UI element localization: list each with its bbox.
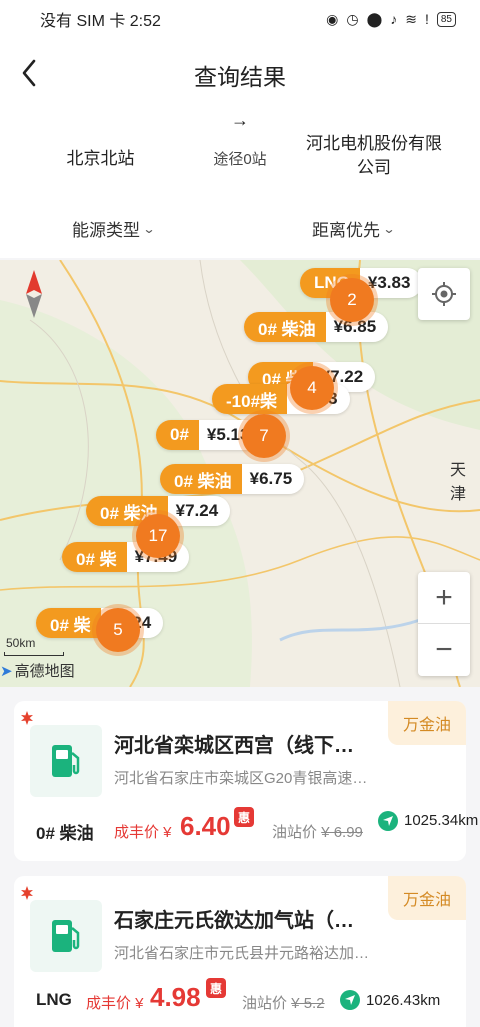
fuel-type: LNG bbox=[36, 990, 72, 1009]
energy-type-label: 能源类型 bbox=[72, 221, 140, 240]
map-cluster[interactable]: 17 bbox=[136, 514, 180, 558]
locate-icon bbox=[432, 282, 456, 306]
location-icon: ⬤ bbox=[366, 10, 383, 27]
map-view[interactable]: 天津 沧州 LNG ¥3.83 0# 柴油 ¥6.85 0# 柴 ¥7.22 -… bbox=[0, 260, 480, 687]
wifi-icon: ≋ bbox=[405, 10, 417, 27]
battery-icon: 85 bbox=[436, 11, 456, 27]
station-name: 石家庄元氏欲达加气站（… bbox=[114, 910, 354, 932]
fuel-type: 0# 柴油 bbox=[36, 824, 94, 843]
station-price-label: 油站价 bbox=[242, 995, 288, 1012]
chevron-down-icon: ⌄ bbox=[382, 221, 396, 236]
station-price: 油站价 ¥ 6.99 bbox=[272, 821, 363, 842]
station-address: 河北省石家庄市元氏县井元路裕达加… bbox=[114, 945, 370, 962]
route-destination: 河北电机股份有限公司 bbox=[306, 134, 442, 177]
distance: 1026.43km bbox=[340, 990, 440, 1010]
distance-value: 1025.34km bbox=[404, 812, 479, 829]
gas-pump-icon bbox=[52, 745, 80, 777]
energy-type-filter[interactable]: 能源类型 ⌄ bbox=[72, 216, 156, 241]
sort-label: 距离优先 bbox=[312, 221, 380, 240]
navigate-icon bbox=[340, 990, 360, 1010]
pin-fuel: 0# 柴油 bbox=[244, 312, 326, 342]
page-title: 查询结果 bbox=[194, 64, 286, 90]
pin-fuel: 0# 柴 bbox=[62, 542, 127, 572]
pin-price: ¥6.75 bbox=[241, 464, 305, 494]
station-card[interactable]: 万金油 河北省栾城区西宫（线下… 河北省石家庄市栾城区G20青银高速… 0# 柴… bbox=[14, 701, 479, 861]
status-icons: ◉ ◷ ⬤ ♪ ≋ ! 85 bbox=[326, 11, 456, 28]
alert-icon: ! bbox=[424, 11, 429, 27]
gas-pump-icon bbox=[52, 920, 80, 952]
member-price: 4.98 bbox=[150, 982, 201, 1012]
compass-icon bbox=[26, 270, 42, 318]
map-logo-arrow-icon: ➤ bbox=[0, 662, 13, 680]
zoom-out-button[interactable]: − bbox=[418, 624, 470, 676]
map-label-tianjin: 天津 bbox=[450, 462, 467, 503]
station-price-value: ¥ 5.2 bbox=[291, 995, 325, 1012]
station-price-label: 油站价 bbox=[272, 824, 318, 841]
header: 查询结果 bbox=[0, 38, 480, 110]
locate-button[interactable] bbox=[418, 268, 470, 320]
map-scale-bar bbox=[4, 652, 64, 656]
navigate-icon bbox=[378, 811, 398, 831]
map-logo: ➤ 高德地图 bbox=[0, 660, 75, 681]
map-scale: 50km bbox=[6, 636, 36, 650]
route-summary: 北京北站 → 途径0站 河北电机股份有限公司 bbox=[0, 110, 480, 198]
discount-badge: 惠 bbox=[206, 978, 226, 998]
carrier-time: 没有 SIM 卡 2:52 bbox=[40, 13, 161, 30]
station-price: 油站价 ¥ 5.2 bbox=[242, 992, 325, 1013]
discount-badge: 惠 bbox=[234, 807, 254, 827]
distance-value: 1026.43km bbox=[366, 991, 441, 1009]
status-bar: 没有 SIM 卡 2:52 ◉ ◷ ⬤ ♪ ≋ ! 85 bbox=[0, 0, 480, 38]
starburst-icon bbox=[21, 886, 33, 900]
map-cluster[interactable]: 4 bbox=[290, 366, 334, 410]
back-button[interactable] bbox=[14, 54, 44, 92]
station-card[interactable]: 万金油 石家庄元氏欲达加气站（… 河北省石家庄市元氏县井元路裕达加… LNG 成… bbox=[14, 876, 466, 1027]
member-price-label: 成丰价 ¥ bbox=[114, 824, 172, 841]
map-cluster[interactable]: 7 bbox=[242, 414, 286, 458]
member-price: 6.40 bbox=[180, 811, 231, 841]
station-address: 河北省石家庄市栾城区G20青银高速… bbox=[114, 770, 368, 787]
station-price-value: ¥ 6.99 bbox=[321, 824, 363, 841]
alarm-icon: ◷ bbox=[346, 10, 359, 27]
filter-bar: 能源类型 ⌄ 距离优先 ⌄ bbox=[0, 198, 480, 258]
station-thumbnail bbox=[30, 900, 102, 972]
sort-filter[interactable]: 距离优先 ⌄ bbox=[312, 216, 396, 241]
distance: 1025.34km bbox=[378, 811, 479, 831]
route-origin: 北京北站 bbox=[66, 149, 135, 168]
pin-fuel: 0# 柴 bbox=[36, 608, 101, 638]
pin-price: ¥7.24 bbox=[167, 496, 231, 526]
mute-icon: ♪ bbox=[390, 11, 398, 27]
route-via: 途径0站 bbox=[213, 151, 267, 168]
pin-fuel: 0# 柴油 bbox=[160, 464, 242, 494]
map-cluster[interactable]: 5 bbox=[96, 608, 140, 652]
station-thumbnail bbox=[30, 725, 102, 797]
zoom-in-button[interactable]: + bbox=[418, 572, 470, 624]
eye-icon: ◉ bbox=[326, 10, 339, 27]
zoom-controls: + − bbox=[418, 572, 470, 676]
map-pin[interactable]: 0# 柴油 ¥6.75 bbox=[160, 464, 305, 494]
starburst-icon bbox=[21, 711, 33, 725]
map-logo-text: 高德地图 bbox=[14, 663, 75, 680]
station-name: 河北省栾城区西宫（线下… bbox=[114, 735, 354, 757]
pin-fuel: 0# bbox=[156, 420, 199, 450]
pin-fuel: -10#柴 bbox=[212, 384, 288, 414]
map-cluster[interactable]: 2 bbox=[330, 278, 374, 322]
member-price-label: 成丰价 ¥ bbox=[86, 995, 144, 1012]
chevron-down-icon: ⌄ bbox=[142, 221, 156, 236]
route-arrow: → bbox=[231, 110, 249, 130]
chevron-left-icon bbox=[22, 59, 36, 87]
